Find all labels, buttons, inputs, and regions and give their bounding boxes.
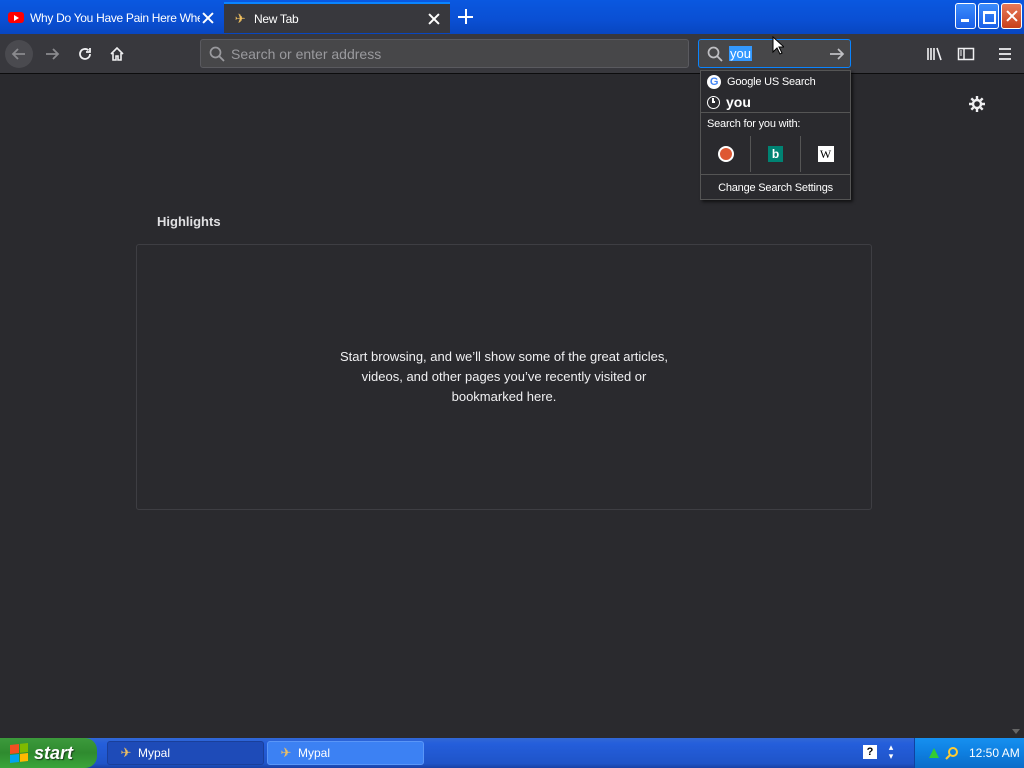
forward-button[interactable] — [38, 40, 66, 68]
highlights-title: Highlights — [157, 214, 221, 229]
back-arrow-icon — [11, 48, 25, 60]
one-off-engines: b W — [701, 136, 850, 172]
help-icon[interactable]: ? — [863, 745, 877, 759]
bing-button[interactable]: b — [751, 136, 801, 172]
sidebar-button[interactable] — [952, 40, 980, 68]
mypal-icon: ✈ — [280, 745, 292, 760]
search-engine-header[interactable]: G Google US Search — [701, 71, 850, 92]
nav-toolbar: you — [0, 34, 1024, 74]
history-suggestion[interactable]: you — [701, 92, 850, 113]
wikipedia-icon: W — [817, 146, 834, 162]
start-button[interactable]: start — [0, 738, 97, 768]
menu-button[interactable] — [991, 40, 1019, 68]
back-button[interactable] — [5, 40, 33, 68]
close-tab-icon[interactable] — [426, 11, 442, 27]
close-window-button[interactable] — [1001, 3, 1022, 29]
search-suggestions-popup: G Google US Search you Search for you wi… — [700, 70, 851, 200]
language-bar-icon[interactable]: ▴ ▾ — [885, 743, 897, 761]
url-bar[interactable] — [200, 39, 689, 68]
mypal-icon: ✈ — [234, 10, 246, 26]
highlights-section: Start browsing, and we’ll show some of t… — [136, 244, 872, 510]
duckduckgo-icon — [717, 146, 734, 162]
gear-icon[interactable] — [964, 93, 990, 115]
wikipedia-button[interactable]: W — [801, 136, 850, 172]
windows-logo-icon — [10, 743, 28, 763]
tab-title: Why Do You Have Pain Here When — [30, 10, 200, 25]
search-input[interactable]: you — [729, 46, 752, 61]
taskbar-item-label: Mypal — [298, 746, 331, 760]
home-icon — [110, 46, 124, 61]
start-label: start — [34, 742, 74, 763]
title-bar: Why Do You Have Pain Here When ✈ New Tab — [0, 0, 1024, 34]
library-icon — [927, 47, 942, 61]
history-suggestion-label: you — [726, 94, 751, 110]
scrollbar[interactable] — [1008, 75, 1024, 738]
highlights-empty-message: Start browsing, and we’ll show some of t… — [339, 349, 669, 404]
mypal-icon: ✈ — [120, 745, 132, 760]
clock[interactable]: 12:50 AM — [969, 746, 1020, 760]
new-tab-button[interactable] — [455, 6, 477, 28]
tab-title: New Tab — [254, 11, 299, 26]
home-button[interactable] — [103, 40, 131, 68]
maximize-button[interactable] — [978, 3, 999, 29]
address-input[interactable] — [231, 45, 671, 62]
youtube-icon — [8, 12, 24, 23]
search-icon — [209, 46, 225, 62]
network-icon[interactable] — [927, 746, 941, 760]
google-icon: G — [707, 74, 721, 89]
tab-new-tab[interactable]: ✈ New Tab — [224, 2, 450, 33]
go-arrow-icon[interactable] — [828, 45, 846, 63]
library-button[interactable] — [921, 40, 949, 68]
taskbar-item[interactable]: ✈ Mypal — [107, 741, 264, 765]
scroll-down-icon[interactable] — [1012, 729, 1020, 734]
taskbar: start ✈ Mypal ✈ Mypal ? ▴ ▾ 12:50 AM — [0, 738, 1024, 768]
search-icon — [707, 46, 723, 62]
clock-icon — [707, 95, 720, 109]
sidebar-icon — [957, 47, 975, 61]
close-tab-icon[interactable] — [200, 10, 216, 26]
search-for-label: Search for you with: — [707, 118, 801, 130]
reload-button[interactable] — [71, 40, 99, 68]
bing-icon: b — [768, 146, 783, 162]
minimize-button[interactable] — [955, 3, 976, 29]
mouse-cursor-icon — [772, 36, 784, 55]
engine-label: Google US Search — [727, 75, 816, 88]
forward-arrow-icon — [46, 48, 60, 60]
duckduckgo-button[interactable] — [701, 136, 751, 172]
change-search-settings-button[interactable]: Change Search Settings — [701, 174, 850, 200]
taskbar-item[interactable]: ✈ Mypal — [267, 741, 424, 765]
search-tray-icon[interactable] — [945, 746, 959, 760]
hamburger-menu-icon — [999, 48, 1011, 60]
reload-icon — [79, 48, 91, 60]
system-tray: 12:50 AM — [914, 738, 1024, 768]
tab-youtube[interactable]: Why Do You Have Pain Here When — [0, 2, 224, 33]
taskbar-item-label: Mypal — [138, 746, 171, 760]
